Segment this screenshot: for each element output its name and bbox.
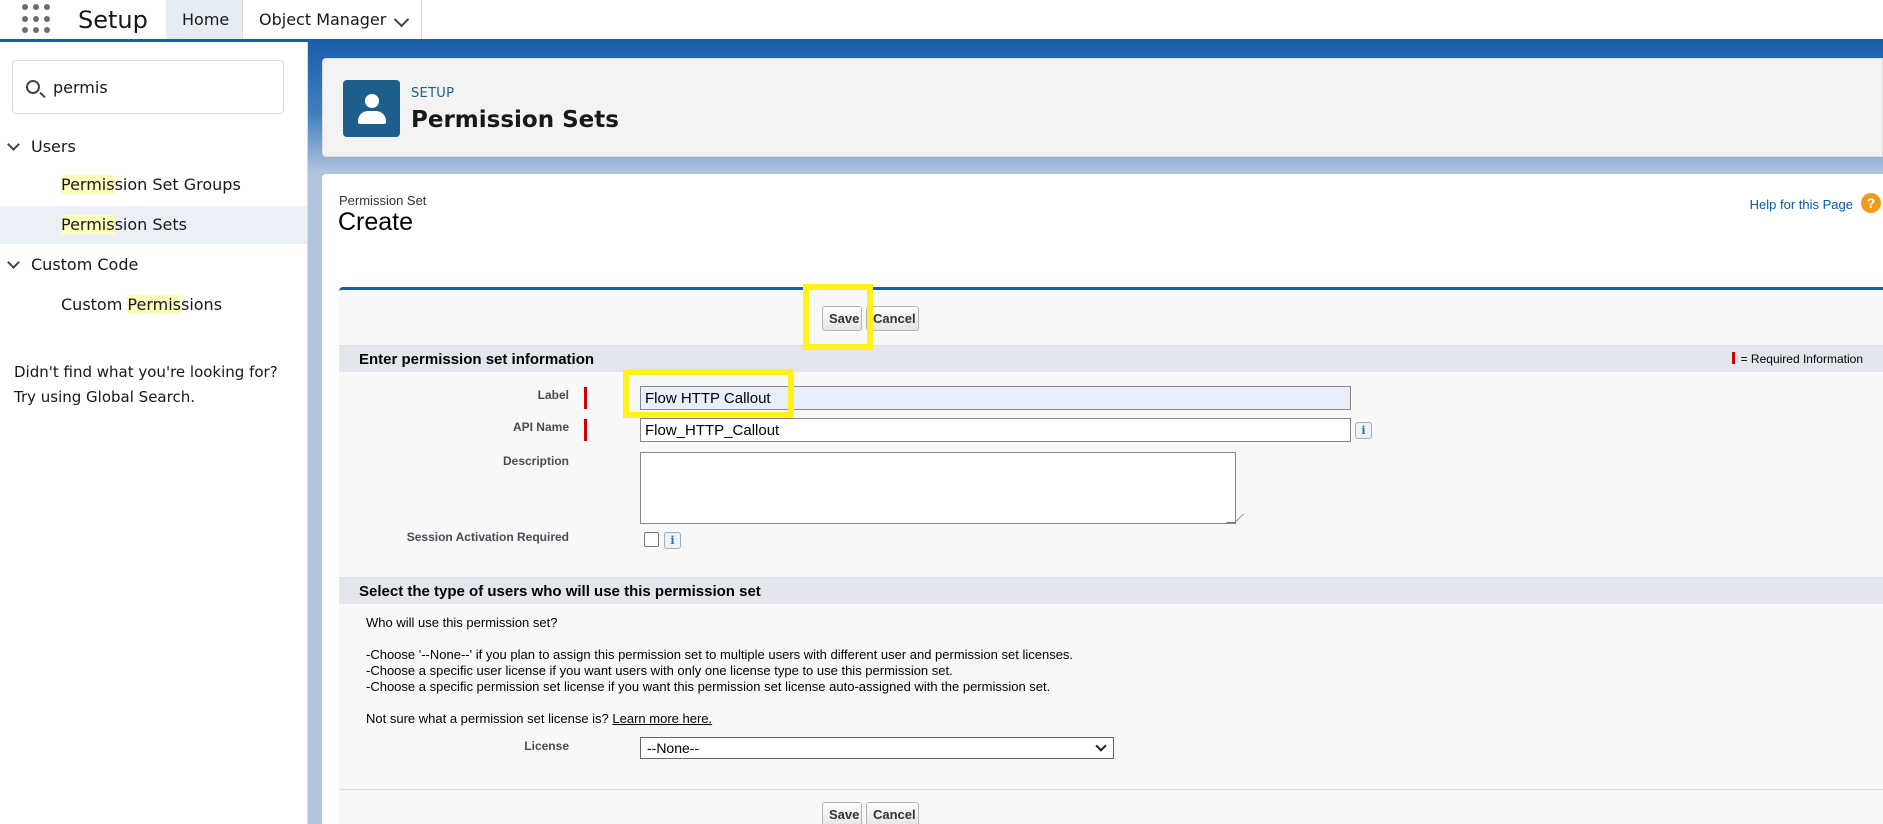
save-button-bottom[interactable]: Save [822, 802, 862, 824]
chevron-down-icon [1095, 740, 1107, 752]
cancel-button-bottom[interactable]: Cancel [866, 802, 919, 824]
learn-more-link[interactable]: Learn more here. [612, 711, 712, 726]
license-field-label: License [524, 739, 569, 753]
search-match-highlight: Permis [127, 295, 181, 314]
session-activation-label: Session Activation Required [406, 530, 569, 544]
tree-group-custom-code[interactable]: Custom Code [0, 248, 308, 282]
license-not-sure-text: Not sure what a permission set license i… [366, 711, 609, 726]
sidebar-item-custom-permissions[interactable]: Custom Permissions [0, 286, 307, 324]
sidebar-item-label: sion Sets [114, 215, 187, 234]
divider [339, 789, 1883, 790]
global-header: Setup Home Object Manager [0, 0, 1883, 42]
tree-group-users[interactable]: Users [0, 130, 308, 164]
setup-sidebar: Users Permission Set Groups Permission S… [0, 42, 308, 824]
quick-find-box [12, 60, 284, 114]
tab-object-manager-label: Object Manager [259, 10, 387, 29]
license-bullet: -Choose a specific permission set licens… [366, 679, 1051, 694]
chevron-down-icon[interactable] [7, 138, 20, 151]
save-button[interactable]: Save [822, 306, 862, 331]
help-icon[interactable]: ? [1861, 193, 1881, 213]
license-help-text: Who will use this permission set? -Choos… [366, 615, 1566, 727]
license-selected-value: --None-- [647, 740, 700, 756]
license-bullet: -Choose '--None--' if you plan to assign… [366, 647, 1074, 662]
app-name: Setup [78, 6, 148, 34]
required-legend: = Required Information [1731, 352, 1863, 366]
info-icon[interactable]: i [664, 532, 681, 549]
api-name-input[interactable] [640, 418, 1351, 442]
quick-find-input[interactable] [53, 73, 273, 101]
required-legend-text: = Required Information [1740, 352, 1863, 366]
page-header: SETUP Permission Sets [322, 58, 1883, 157]
tree-group-label: Custom Code [31, 255, 139, 274]
label-input[interactable] [640, 386, 1351, 410]
hint-line: Try using Global Search. [14, 388, 195, 406]
sidebar-item-label: sions [180, 295, 223, 314]
required-marker [1731, 352, 1735, 364]
section-header-user-type: Select the type of users who will use th… [339, 577, 1883, 604]
license-select[interactable]: --None-- [640, 737, 1114, 759]
record-title: Create [338, 208, 414, 236]
global-search-hint: Didn't find what you're looking for? Try… [14, 360, 294, 410]
section-title: Select the type of users who will use th… [359, 583, 761, 600]
content-card: Permission Set Create Help for this Page… [322, 174, 1883, 824]
description-textarea[interactable] [640, 452, 1236, 524]
api-name-field-label: API Name [512, 420, 569, 434]
tab-object-manager[interactable]: Object Manager [242, 0, 422, 39]
tab-home[interactable]: Home [166, 0, 242, 42]
search-icon [26, 80, 40, 94]
section-title: Enter permission set information [359, 351, 595, 368]
hint-line: Didn't find what you're looking for? [14, 363, 278, 381]
sidebar-item-permission-sets[interactable]: Permission Sets [0, 206, 307, 244]
chevron-down-icon[interactable] [393, 11, 410, 28]
search-match-highlight: Permis [61, 175, 115, 194]
required-marker [584, 419, 587, 441]
session-activation-checkbox[interactable] [644, 532, 659, 547]
sidebar-item-permission-set-groups[interactable]: Permission Set Groups [0, 166, 307, 204]
description-field-label: Description [502, 454, 569, 468]
cancel-button[interactable]: Cancel [866, 306, 919, 331]
help-for-this-page-link[interactable]: Help for this Page [1750, 197, 1853, 212]
user-icon [343, 80, 400, 137]
sidebar-item-label: Custom [61, 295, 128, 314]
license-bullet: -Choose a specific user license if you w… [366, 663, 953, 678]
info-icon[interactable]: i [1355, 422, 1372, 439]
app-launcher-icon[interactable] [22, 4, 52, 34]
page-eyebrow: SETUP [411, 86, 455, 101]
section-header-info: Enter permission set information = Requi… [339, 345, 1883, 372]
search-match-highlight: Permis [61, 215, 115, 234]
chevron-down-icon[interactable] [7, 256, 20, 269]
permission-set-form: Save Cancel Enter permission set informa… [339, 287, 1883, 824]
record-type-label: Permission Set [339, 193, 427, 208]
page-title: Permission Sets [411, 107, 619, 133]
label-field-label: Label [537, 388, 569, 402]
required-marker [584, 387, 587, 409]
license-question: Who will use this permission set? [366, 615, 558, 630]
sidebar-item-label: sion Set Groups [114, 175, 241, 194]
tree-group-label: Users [31, 137, 76, 156]
